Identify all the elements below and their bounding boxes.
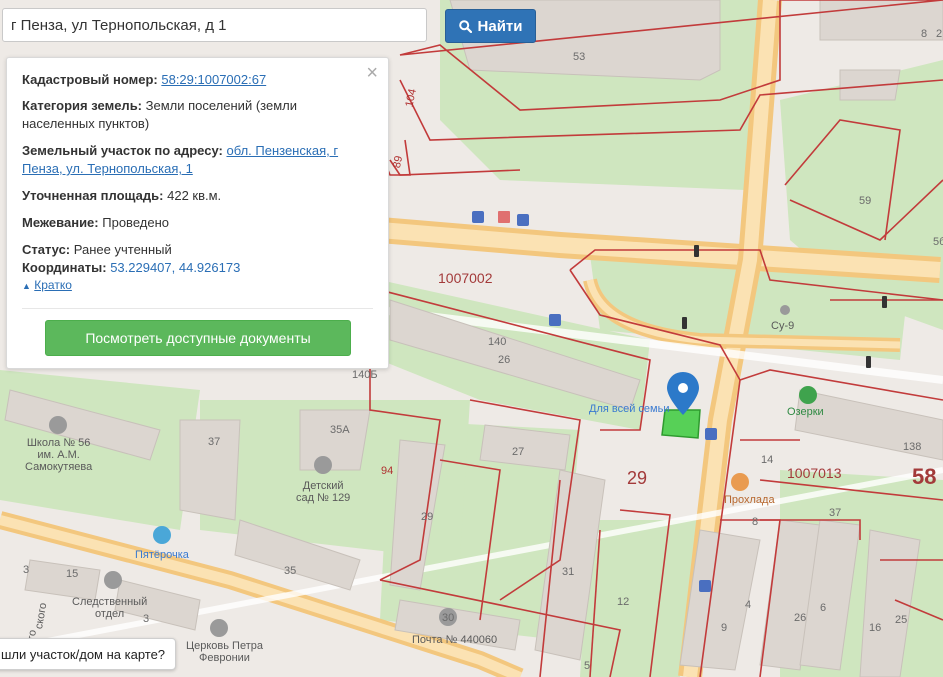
building-number: 12 — [617, 596, 630, 608]
cadastral-label: Кадастровый номер: — [22, 72, 158, 87]
triangle-up-icon: ▲ — [22, 281, 31, 291]
area-value: 422 кв.м. — [167, 188, 222, 203]
building-number: 29 — [421, 511, 434, 523]
view-documents-button[interactable]: Посмотреть доступные документы — [45, 320, 351, 356]
building-number: 31 — [562, 566, 575, 578]
building-number: 6 — [820, 602, 827, 614]
ozerki-label: Озерки — [787, 406, 824, 418]
search-button-label: Найти — [477, 17, 523, 35]
building-number: 9 — [721, 622, 728, 634]
church-label: Церковь Петра Февронии — [186, 640, 263, 664]
building-number: 27 — [512, 446, 525, 458]
close-icon[interactable]: × — [366, 63, 378, 83]
feedback-hint[interactable]: шли участок/дом на карте? — [0, 638, 177, 670]
category-row: Категория земель: Земли поселений (земли… — [22, 97, 362, 133]
survey-value: Проведено — [102, 215, 169, 230]
building-number: 26 — [794, 612, 807, 624]
district-number: 29 — [627, 468, 648, 488]
building-number: 35А — [330, 424, 350, 436]
building-number: 8 — [921, 28, 928, 40]
search-button[interactable]: Найти — [445, 9, 536, 43]
address-label: Земельный участок по адресу: — [22, 143, 223, 158]
collapse-toggle-label: Кратко — [34, 278, 72, 292]
search-input[interactable] — [2, 8, 427, 42]
area-row: Уточненная площадь: 422 кв.м. — [22, 187, 362, 205]
building-number: 4 — [745, 599, 752, 611]
building-number: 26 — [498, 354, 511, 366]
prokhlada-label: Прохлада — [724, 494, 775, 506]
building-number: 14 — [761, 454, 774, 466]
cadastral-quarter: 1007002 — [438, 270, 493, 286]
building-number: 2 — [936, 28, 943, 40]
cadastral-link[interactable]: 58:29:1007002:67 — [161, 72, 266, 87]
status-label: Статус: — [22, 242, 71, 257]
parcel-info-panel: × Кадастровый номер: 58:29:1007002:67 Ка… — [6, 57, 389, 369]
cadastral-number: 89 — [390, 154, 406, 170]
building-number: 5б — [933, 236, 943, 248]
building-number: 37 — [829, 507, 842, 519]
area-label: Уточненная площадь: — [22, 188, 164, 203]
coords-row: Координаты: 53.229407, 44.926173 — [22, 259, 362, 277]
status-value: Ранее учтенный — [73, 242, 172, 257]
cadastral-quarter: 1007013 — [787, 465, 842, 481]
building-number: 25 — [895, 614, 908, 626]
post-office-label: Почта № 440060 — [412, 634, 498, 646]
building-number: 8 — [752, 516, 759, 528]
building-number: 35 — [284, 565, 297, 577]
building-number: 37 — [208, 436, 221, 448]
building-number: 16 — [869, 622, 882, 634]
building-number: 53 — [573, 51, 586, 63]
cadastral-row: Кадастровый номер: 58:29:1007002:67 — [22, 71, 362, 89]
building-number: 140 — [488, 336, 507, 348]
su9-label: Су-9 — [771, 320, 795, 332]
building-number: 3 — [23, 564, 30, 576]
survey-label: Межевание: — [22, 215, 99, 230]
status-row: Статус: Ранее учтенный — [22, 241, 362, 259]
coords-value: 53.229407, 44.926173 — [110, 260, 241, 275]
divider — [22, 308, 373, 309]
building-number: 5 — [584, 660, 591, 672]
building-number: 140Б — [352, 369, 378, 381]
building-number: 138 — [903, 441, 922, 453]
school-label: Школа № 56 им. А.М. Самокутяева — [25, 437, 93, 473]
coords-label: Координаты: — [22, 260, 107, 275]
building-number: 30 — [442, 612, 455, 624]
district-number: 58 — [912, 464, 937, 489]
cadastral-number: 94 — [381, 465, 394, 477]
kindergarten-label: Детский сад № 129 — [296, 480, 351, 504]
view-documents-label: Посмотреть доступные документы — [85, 330, 311, 346]
investigation-dept-label: Следственный отдел — [72, 596, 148, 620]
building-number: 15 — [66, 568, 79, 580]
collapse-toggle[interactable]: ▲ Кратко — [22, 278, 72, 292]
address-row: Земельный участок по адресу: обл. Пензен… — [22, 142, 362, 178]
building-number: 59 — [859, 195, 872, 207]
pyaterochka-label: Пятёрочка — [135, 549, 189, 561]
search-icon — [458, 19, 472, 33]
category-label: Категория земель: — [22, 98, 143, 113]
survey-row: Межевание: Проведено — [22, 214, 362, 232]
all-family-label: Для всей семьи — [589, 403, 670, 415]
feedback-hint-label: шли участок/дом на карте? — [1, 646, 166, 662]
